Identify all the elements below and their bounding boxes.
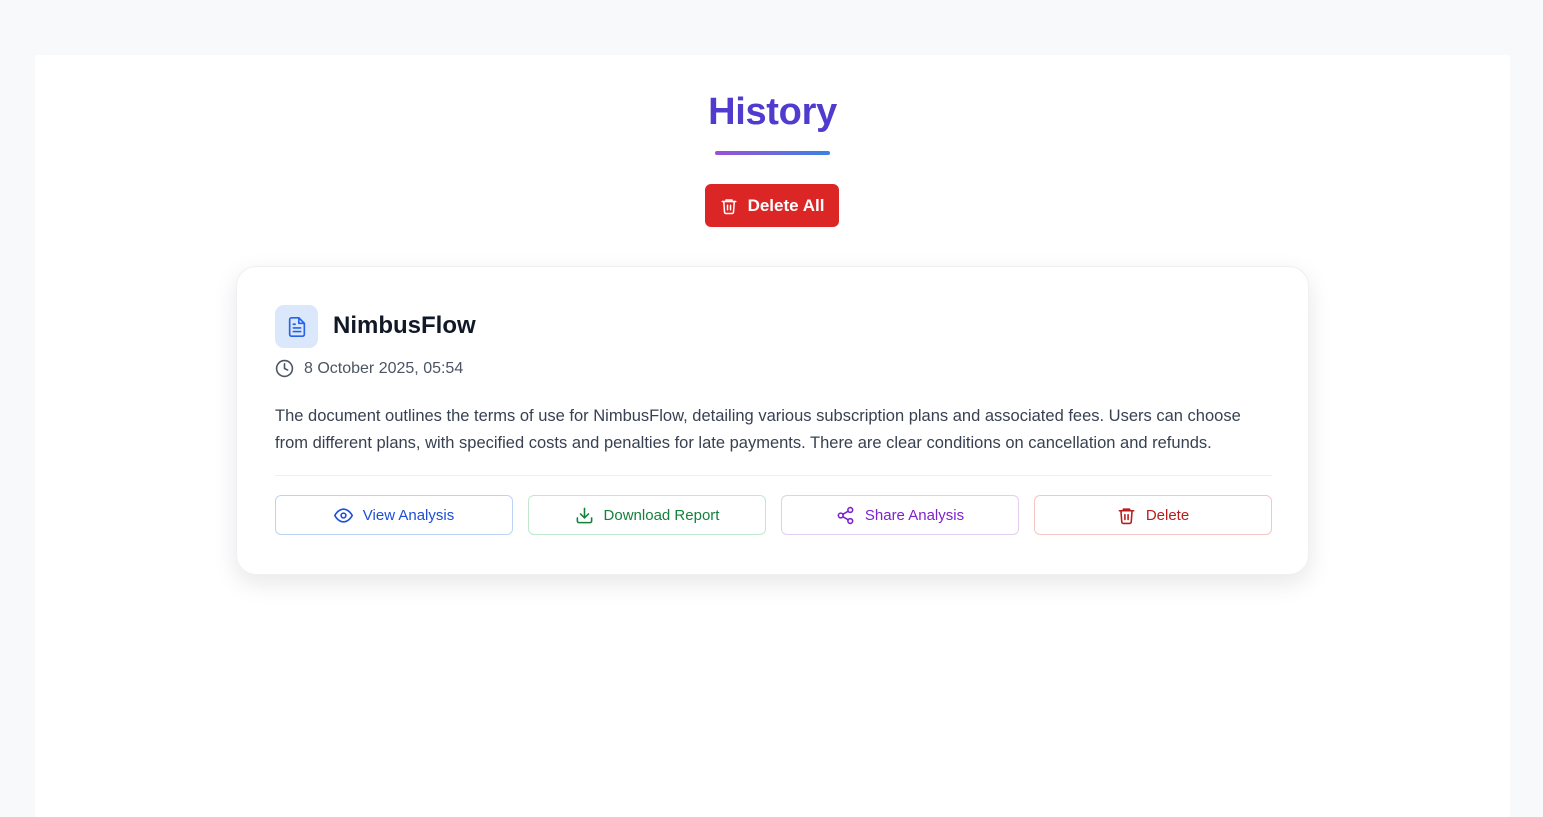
card-divider — [275, 475, 1272, 476]
delete-label: Delete — [1145, 506, 1190, 524]
download-report-label: Download Report — [603, 506, 720, 524]
title-underline — [715, 151, 830, 155]
download-icon — [576, 507, 592, 523]
history-panel: History Delete All NimbusFlow 8 October … — [35, 55, 1510, 817]
download-report-button[interactable]: Download Report — [528, 495, 766, 535]
document-icon — [275, 305, 318, 348]
trash-icon — [1118, 507, 1135, 524]
document-summary: The document outlines the terms of use f… — [275, 407, 1241, 452]
trash-icon — [721, 198, 737, 214]
share-analysis-label: Share Analysis — [864, 506, 965, 524]
share-icon — [837, 506, 854, 524]
view-analysis-label: View Analysis — [362, 506, 455, 524]
document-title: NimbusFlow — [333, 312, 476, 339]
share-analysis-button[interactable]: Share Analysis — [781, 495, 1019, 535]
clock-icon — [275, 359, 294, 378]
analysis-date: 8 October 2025, 05:54 — [304, 359, 464, 377]
view-analysis-button[interactable]: View Analysis — [275, 495, 513, 535]
delete-all-label: Delete All — [747, 195, 825, 215]
eye-icon — [333, 507, 353, 523]
date-row: 8 October 2025, 05:54 — [275, 359, 463, 378]
delete-button[interactable]: Delete — [1034, 495, 1272, 535]
page-title: History — [708, 91, 837, 133]
history-card: NimbusFlow 8 October 2025, 05:54 The doc… — [236, 266, 1309, 575]
delete-all-button[interactable]: Delete All — [705, 184, 839, 227]
card-actions: View Analysis Download Report Share Anal… — [275, 495, 1272, 535]
